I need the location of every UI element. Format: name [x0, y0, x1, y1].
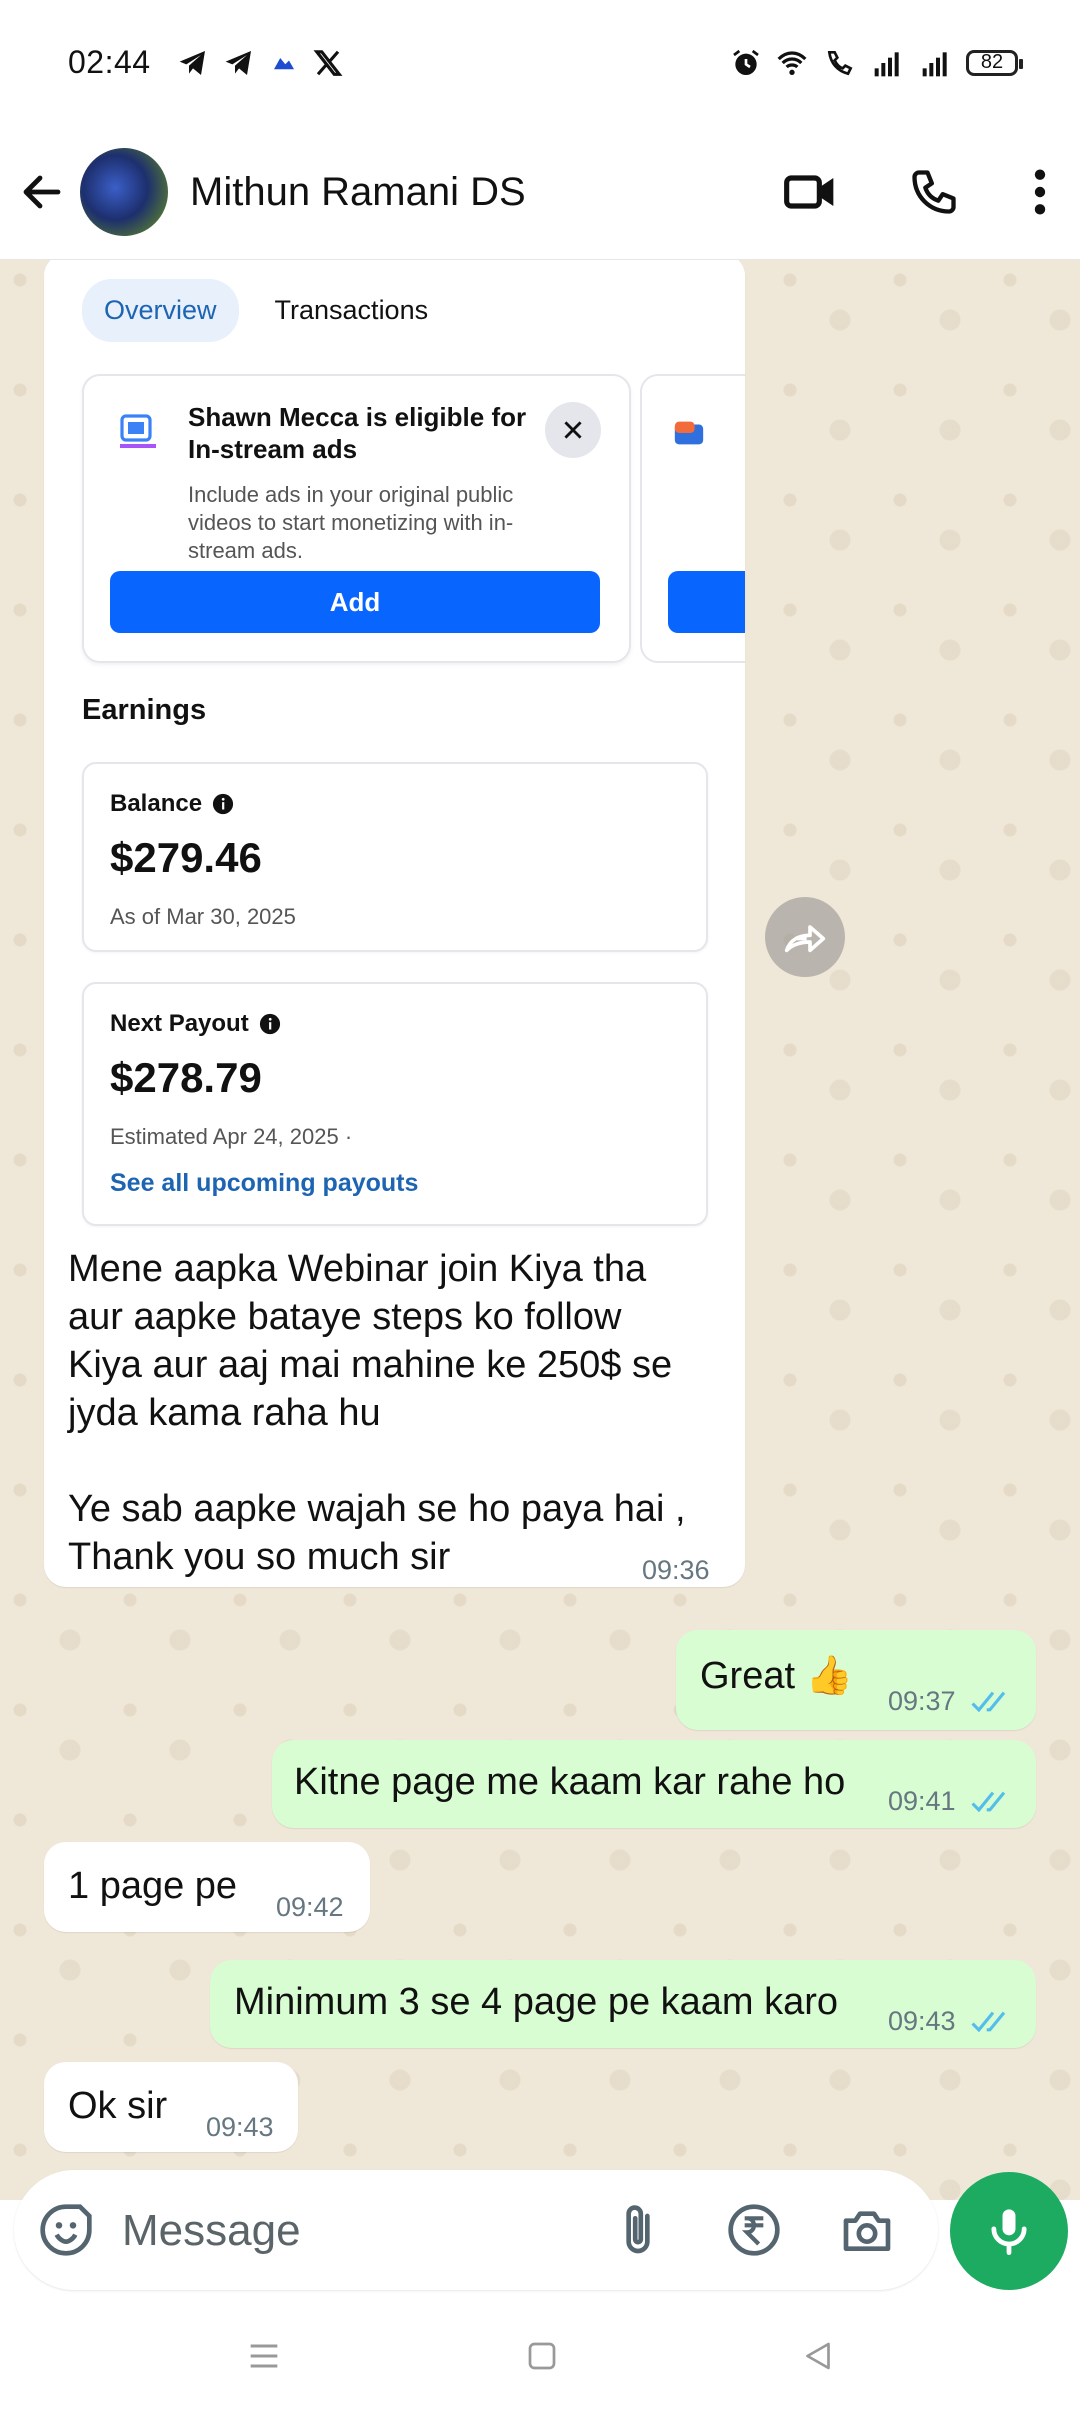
battery-indicator: 82: [966, 49, 1023, 76]
tab-overview: Overview: [82, 279, 239, 342]
mic-icon: [991, 2209, 1027, 2256]
payout-amount: $278.79: [110, 1054, 262, 1101]
notification-icons: [177, 47, 343, 79]
balance-amount: $279.46: [110, 834, 262, 881]
home-icon[interactable]: [524, 2338, 560, 2374]
incoming-message-text: Mene aapka Webinar join Kiya tha aur aap…: [68, 1245, 718, 1581]
message-text: 1 page pe: [68, 1865, 238, 1907]
message-line: jyda kama raha hu: [68, 1392, 381, 1434]
message-time: 09:41: [888, 1786, 956, 1816]
message-time: 09:43: [206, 2112, 274, 2142]
message-time: 09:36: [642, 1555, 710, 1585]
monetize-icon: [120, 414, 156, 448]
message-text: Kitne page me kaam kar rahe ho: [294, 1761, 846, 1803]
eligible-description: Include ads in your original public vide…: [188, 482, 514, 563]
payout-date: Estimated Apr 24, 2025 ·: [110, 1124, 353, 1149]
info-icon: [212, 793, 234, 815]
message-line: Mene aapka Webinar join Kiya tha: [68, 1248, 647, 1290]
message-line: [68, 1437, 718, 1485]
eligible-title: Shawn Mecca is eligible for In-stream ad…: [188, 402, 527, 464]
phone-icon[interactable]: [908, 166, 960, 218]
add-button: Add: [110, 571, 600, 633]
upcoming-payouts-link: See all upcoming payouts: [110, 1169, 419, 1197]
shared-screenshot[interactable]: Overview Transactions Shawn Mecca is eli…: [44, 260, 745, 1229]
status-time: 02:44: [68, 44, 151, 80]
message-time: 09:42: [276, 1892, 344, 1922]
read-receipt-icon: [971, 2011, 1006, 2033]
system-nav-bar: [0, 2300, 1080, 2412]
instream-eligible-card: Shawn Mecca is eligible for In-stream ad…: [82, 374, 631, 663]
message-time: 09:43: [888, 2006, 956, 2036]
alarm-icon: [733, 49, 759, 75]
screenshot-tabs: Overview Transactions: [82, 279, 428, 342]
telegram-icon: [179, 50, 205, 75]
message-composer[interactable]: Message: [14, 2170, 938, 2290]
more-vert-icon[interactable]: [1030, 166, 1050, 218]
menu-icon[interactable]: [244, 2336, 284, 2376]
voice-record-button[interactable]: [950, 2172, 1068, 2290]
card-icon: [674, 421, 704, 445]
balance-label-row: Balance: [110, 790, 234, 818]
close-icon: [564, 421, 582, 439]
balance-label: Balance: [110, 790, 203, 817]
next-card-peek: [640, 374, 745, 663]
attach-icon[interactable]: [610, 2202, 666, 2258]
camera-icon[interactable]: [838, 2202, 896, 2258]
video-call-icon[interactable]: [782, 164, 838, 220]
next-card-button: [668, 571, 745, 633]
close-button: [545, 402, 601, 458]
payout-label: Next Payout: [110, 1010, 249, 1037]
message-text: Minimum 3 se 4 page pe kaam karo: [234, 1981, 839, 2023]
avatar[interactable]: [80, 148, 168, 236]
payout-card: Next Payout $278.79 Estimated Apr 24, 20…: [82, 982, 708, 1226]
status-bar: 02:44 82: [0, 0, 1080, 125]
header-actions: [782, 164, 1050, 220]
chat-header: Mithun Ramani DS: [0, 125, 1080, 260]
forward-icon: [784, 925, 826, 953]
system-icons: 82: [730, 47, 1023, 79]
message-text: Ok sir: [68, 2085, 168, 2127]
signal-icon: [922, 51, 947, 76]
tab-transactions: Transactions: [274, 295, 429, 325]
signal-icon: [874, 51, 899, 76]
read-receipt-icon: [971, 1791, 1006, 1813]
outgoing-message[interactable]: Great 👍 09:37: [676, 1630, 1036, 1730]
outgoing-message[interactable]: Minimum 3 se 4 page pe kaam karo 09:43: [210, 1960, 1036, 2048]
balance-date: As of Mar 30, 2025: [110, 904, 296, 929]
message-input[interactable]: Message: [122, 2206, 301, 2256]
message-line: aur aapke bataye steps ko follow: [68, 1296, 622, 1338]
wifi-icon: [777, 50, 807, 75]
chat-area[interactable]: Overview Transactions Shawn Mecca is eli…: [0, 260, 1080, 2200]
payout-label-row: Next Payout: [110, 1010, 281, 1038]
wifi-call-icon: [827, 50, 853, 75]
message-time: 09:37: [888, 1686, 956, 1716]
telegram-icon: [225, 50, 251, 75]
message-line: Ye sab aapke wajah se ho paya hai ,: [68, 1488, 686, 1530]
incoming-message[interactable]: Ok sir 09:43: [44, 2062, 298, 2152]
message-text: Great 👍: [700, 1655, 853, 1697]
contact-name[interactable]: Mithun Ramani DS: [190, 170, 782, 215]
cloud-icon: [273, 57, 294, 69]
balance-card: Balance $279.46 As of Mar 30, 2025: [82, 762, 708, 952]
forward-button[interactable]: [765, 897, 845, 977]
incoming-message[interactable]: 1 page pe 09:42: [44, 1842, 370, 1932]
message-line: Thank you so much sir: [68, 1536, 451, 1578]
outgoing-message[interactable]: Kitne page me kaam kar rahe ho 09:41: [272, 1740, 1036, 1828]
x-icon: [313, 49, 343, 76]
rupee-payment-icon[interactable]: [726, 2202, 782, 2258]
back-arrow-icon[interactable]: [18, 168, 66, 216]
info-icon: [259, 1013, 280, 1035]
earnings-heading: Earnings: [82, 694, 207, 726]
message-line: Kiya aur aaj mai mahine ke 250$ se: [68, 1344, 673, 1386]
read-receipt-icon: [971, 1691, 1006, 1713]
emoji-icon[interactable]: [38, 2202, 94, 2258]
back-icon[interactable]: [800, 2338, 836, 2374]
